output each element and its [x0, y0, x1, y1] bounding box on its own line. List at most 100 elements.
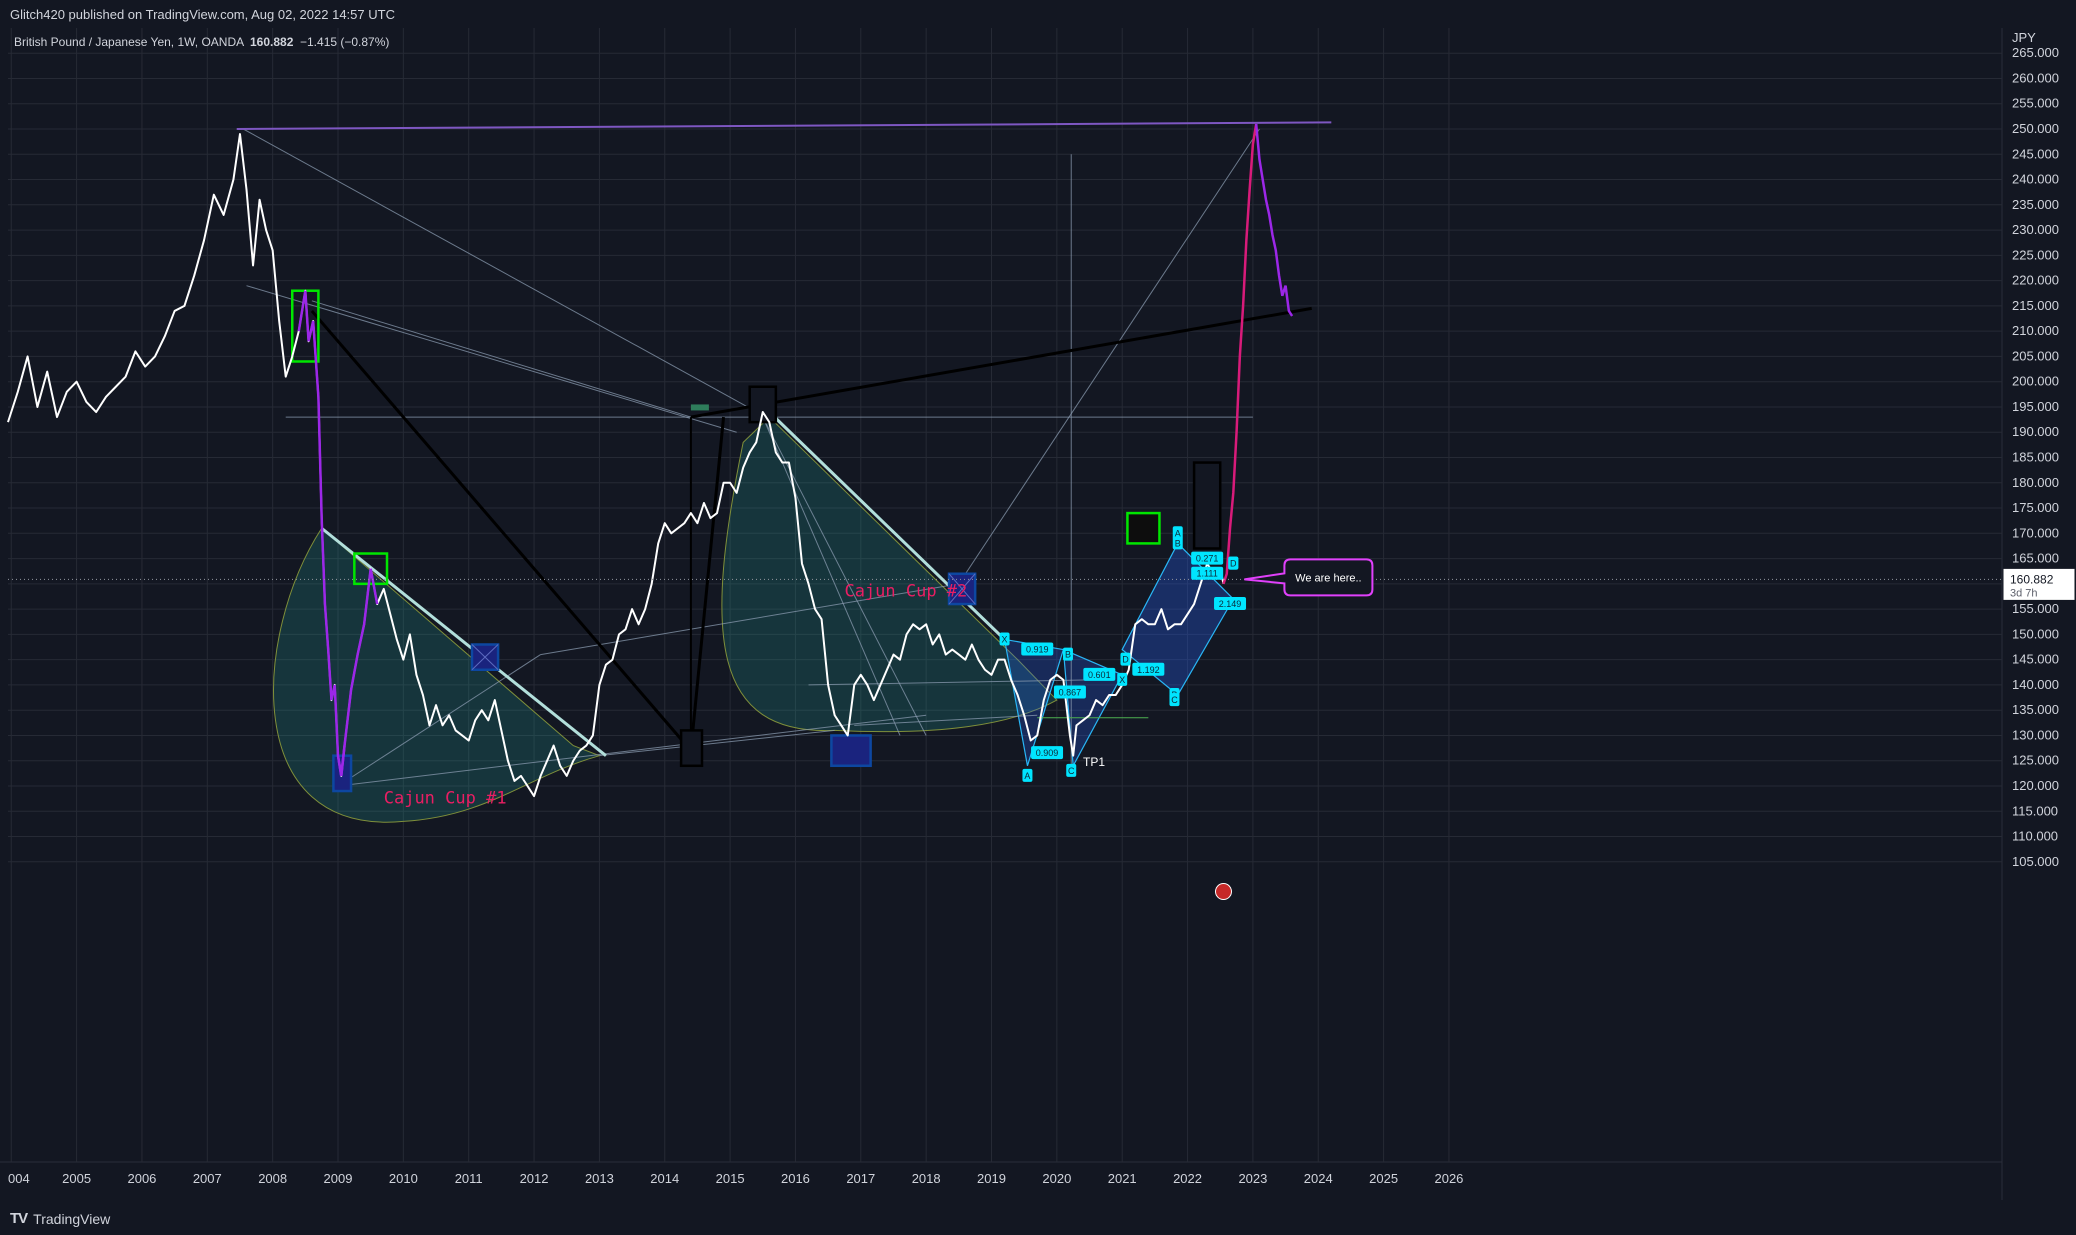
x-tick-label: 2022: [1173, 1171, 1202, 1186]
green-box: [1126, 511, 1161, 545]
black-box: [679, 729, 704, 768]
tradingview-brand-text: TradingView: [33, 1210, 111, 1227]
pattern-letter: C: [1171, 695, 1178, 705]
x-tick-label: 2005: [62, 1171, 91, 1186]
y-tick-label: 205.000: [2012, 348, 2059, 363]
y-tick-label: 240.000: [2012, 172, 2059, 187]
pattern-ratio: 0.601: [1088, 670, 1111, 680]
y-tick-label: 170.000: [2012, 525, 2059, 540]
trend-line: [246, 285, 737, 433]
y-tick-label: 250.000: [2012, 121, 2059, 136]
cajun-cup-1-shape: [273, 527, 601, 823]
x-tick-label: 2007: [193, 1171, 222, 1186]
black-box: [1192, 461, 1222, 550]
price-chart[interactable]: 105.000 110.000 115.000 120.000 125.000 130.0…: [0, 28, 2076, 1200]
y-tick-label: 135.000: [2012, 702, 2059, 717]
pattern-letter: D: [1230, 559, 1237, 569]
x-tick-label: 2023: [1238, 1171, 1267, 1186]
last-price-value: 160.882: [2010, 572, 2054, 586]
y-tick-label: 180.000: [2012, 475, 2059, 490]
y-tick-label: 195.000: [2012, 399, 2059, 414]
pattern-ratio: 1.111: [1197, 569, 1218, 579]
pattern-letter: D: [1122, 655, 1129, 665]
pattern-letter: A: [1024, 771, 1030, 781]
trend-line: [311, 300, 692, 418]
y-tick-label: 260.000: [2012, 70, 2059, 85]
legend-last: 160.882: [250, 35, 294, 49]
y-tick-label: 225.000: [2012, 247, 2059, 262]
y-tick-label: 130.000: [2012, 727, 2059, 742]
y-tick-label: 220.000: [2012, 273, 2059, 288]
header-bar: Glitch420 published on TradingView.com, …: [0, 0, 2076, 28]
pattern-ratio: 0.919: [1026, 645, 1049, 655]
tp1-label: TP1: [1083, 755, 1105, 769]
x-tick-label: 2008: [258, 1171, 287, 1186]
uk-flag-icon: [1214, 883, 1232, 901]
footer-bar: TV TradingView: [0, 1200, 2076, 1235]
x-tick-label: 2014: [650, 1171, 679, 1186]
pattern-ratio: 0.867: [1059, 688, 1082, 698]
pattern-letter: C: [1068, 766, 1075, 776]
pattern-letter: X: [1002, 634, 1008, 644]
blue-box: [830, 734, 872, 768]
pattern-letter: B: [1175, 538, 1181, 548]
legend-change: −1.415 (−0.87%): [300, 35, 389, 49]
x-tick-label: 2025: [1369, 1171, 1398, 1186]
y-tick-label: 185.000: [2012, 450, 2059, 465]
x-tick-label: 2019: [977, 1171, 1006, 1186]
x-tick-label: 2026: [1434, 1171, 1463, 1186]
projection-down-line: [1254, 123, 1294, 317]
x-tick-label: 2016: [781, 1171, 810, 1186]
tradingview-logo[interactable]: TV TradingView: [10, 1210, 110, 1227]
x-tick-label: 2021: [1108, 1171, 1137, 1186]
x-tick-label: 2020: [1042, 1171, 1071, 1186]
pattern-ratio: 0.909: [1036, 748, 1059, 758]
flag-marker: [690, 404, 709, 411]
y-tick-label: 155.000: [2012, 601, 2059, 616]
y-tick-label: 210.000: [2012, 323, 2059, 338]
pattern-letter: B: [1065, 650, 1071, 660]
black-box: [748, 385, 778, 424]
y-tick-label: 115.000: [2012, 803, 2058, 818]
y-tick-label: 215.000: [2012, 298, 2059, 313]
trend-line: [243, 128, 767, 418]
x-tick-label: 2012: [520, 1171, 549, 1186]
black-resistance-line: [690, 306, 1312, 419]
cajun-cup-2-label: Cajun Cup #2: [844, 581, 967, 601]
y-tick-label: 145.000: [2012, 652, 2059, 667]
y-tick-label: 235.000: [2012, 197, 2059, 212]
cajun-cup-1-label: Cajun Cup #1: [384, 789, 507, 809]
cajun-cup-2-shape: [721, 416, 1058, 733]
y-tick-label: 200.000: [2012, 374, 2059, 389]
x-tick-label: 2024: [1304, 1171, 1333, 1186]
y-tick-label: 165.000: [2012, 551, 2059, 566]
x-tick-label: 2010: [389, 1171, 418, 1186]
countdown-value: 3d 7h: [2010, 587, 2038, 599]
x-tick-label: 2006: [127, 1171, 156, 1186]
tradingview-logo-icon: TV: [10, 1210, 28, 1227]
y-tick-label: 190.000: [2012, 424, 2059, 439]
pattern-ratio: 0.271: [1196, 554, 1219, 564]
publisher-text: Glitch420 published on TradingView.com, …: [10, 7, 395, 22]
x-tick-label: 2018: [912, 1171, 941, 1186]
x-tick-label: 2017: [846, 1171, 875, 1186]
y-tick-label: 255.000: [2012, 96, 2059, 111]
x-tick-label: 2011: [455, 1171, 483, 1186]
pattern-ratio: 2.149: [1219, 599, 1242, 609]
pattern-letter: X: [1119, 675, 1125, 685]
y-tick-label: 110.000: [2012, 829, 2058, 844]
purple-top-line: [236, 121, 1332, 130]
y-tick-label: 120.000: [2012, 778, 2059, 793]
y-tick-label: 245.000: [2012, 146, 2059, 161]
trend-line: [599, 729, 835, 757]
callout-text: We are here..: [1295, 572, 1361, 584]
x-tick-label: 2015: [716, 1171, 745, 1186]
x-tick-label: 004: [8, 1171, 30, 1186]
y-tick-label: 230.000: [2012, 222, 2059, 237]
pattern-ratio: 1.192: [1137, 665, 1160, 675]
y-tick-label: 125.000: [2012, 753, 2059, 768]
y-tick-label: 175.000: [2012, 500, 2059, 515]
x-tick-label: 2013: [585, 1171, 614, 1186]
currency-label: JPY: [2012, 30, 2036, 45]
x-tick-label: 2009: [324, 1171, 353, 1186]
